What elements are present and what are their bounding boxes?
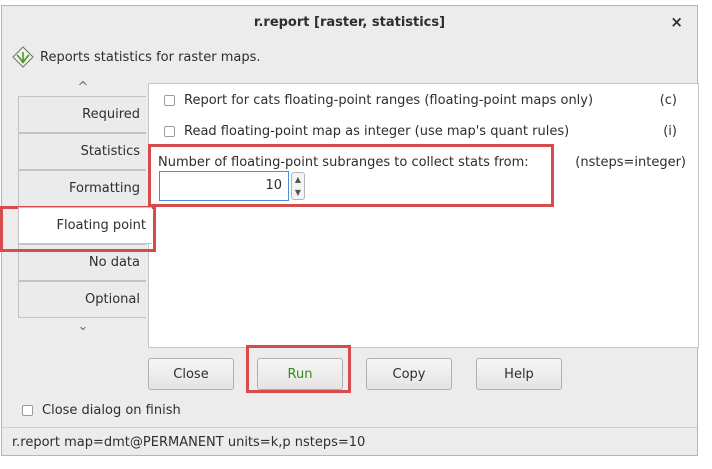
tab-no-data[interactable]: No data xyxy=(18,244,146,281)
status-bar: r.report map=dmt@PERMANENT units=k,p nst… xyxy=(2,427,697,456)
options-tab-list: ^ Required Statistics Formatting Floatin… xyxy=(18,79,152,354)
nsteps-input[interactable]: 10 xyxy=(159,171,289,201)
run-button[interactable]: Run xyxy=(257,358,343,390)
option-i-label: Read floating-point map as integer (use … xyxy=(184,123,570,139)
decrement-icon[interactable]: ▼ xyxy=(295,188,301,197)
close-on-finish-label: Close dialog on finish xyxy=(42,403,181,418)
dialog-window: r.report [raster, statistics] × Reports … xyxy=(1,5,699,456)
window-title: r.report [raster, statistics] xyxy=(253,14,446,30)
nsteps-key: (nsteps=integer) xyxy=(575,155,686,170)
option-c-label: Report for cats floating-point ranges (f… xyxy=(184,92,594,108)
tab-label: Floating point xyxy=(56,218,147,233)
help-button[interactable]: Help xyxy=(476,358,562,390)
title-bar[interactable]: r.report [raster, statistics] × xyxy=(2,6,697,38)
tabs-scroll-down-icon[interactable]: ⌄ xyxy=(18,318,148,336)
option-c-flag: (c) xyxy=(659,92,677,108)
tab-label: Required xyxy=(82,107,140,122)
close-on-finish-row: Close dialog on finish xyxy=(22,403,181,418)
module-description: Reports statistics for raster maps. xyxy=(40,49,261,65)
module-description-row: Reports statistics for raster maps. xyxy=(12,44,261,70)
increment-icon[interactable]: ▲ xyxy=(295,175,301,184)
floating-point-panel: Report for cats floating-point ranges (f… xyxy=(148,83,699,348)
option-i-row: Read floating-point map as integer (use … xyxy=(164,121,689,141)
close-on-finish-checkbox[interactable] xyxy=(22,405,33,416)
tab-label: Statistics xyxy=(80,144,140,159)
copy-button[interactable]: Copy xyxy=(366,358,452,390)
tab-statistics[interactable]: Statistics xyxy=(18,133,146,170)
grass-module-icon xyxy=(12,46,34,68)
tab-formatting[interactable]: Formatting xyxy=(18,170,146,207)
tab-label: Formatting xyxy=(68,181,140,196)
nsteps-stepper: ▲ ▼ xyxy=(291,172,305,200)
option-i-checkbox[interactable] xyxy=(164,125,175,137)
tab-label: Optional xyxy=(85,292,140,307)
option-c-checkbox[interactable] xyxy=(164,94,175,106)
tab-floating-point[interactable]: Floating point xyxy=(18,207,152,244)
tab-required[interactable]: Required xyxy=(18,96,146,133)
option-i-flag: (i) xyxy=(663,123,677,139)
tabs-scroll-up-icon[interactable]: ^ xyxy=(18,79,148,97)
option-c-row: Report for cats floating-point ranges (f… xyxy=(164,90,689,110)
close-button[interactable]: Close xyxy=(148,358,234,390)
tab-label: No data xyxy=(88,255,140,270)
command-preview: r.report map=dmt@PERMANENT units=k,p nst… xyxy=(12,434,366,450)
nsteps-spinner: 10 ▲ ▼ xyxy=(159,170,315,202)
close-window-icon[interactable]: × xyxy=(670,13,683,31)
tab-optional[interactable]: Optional xyxy=(18,281,146,318)
nsteps-label: Number of floating-point subranges to co… xyxy=(158,155,529,170)
